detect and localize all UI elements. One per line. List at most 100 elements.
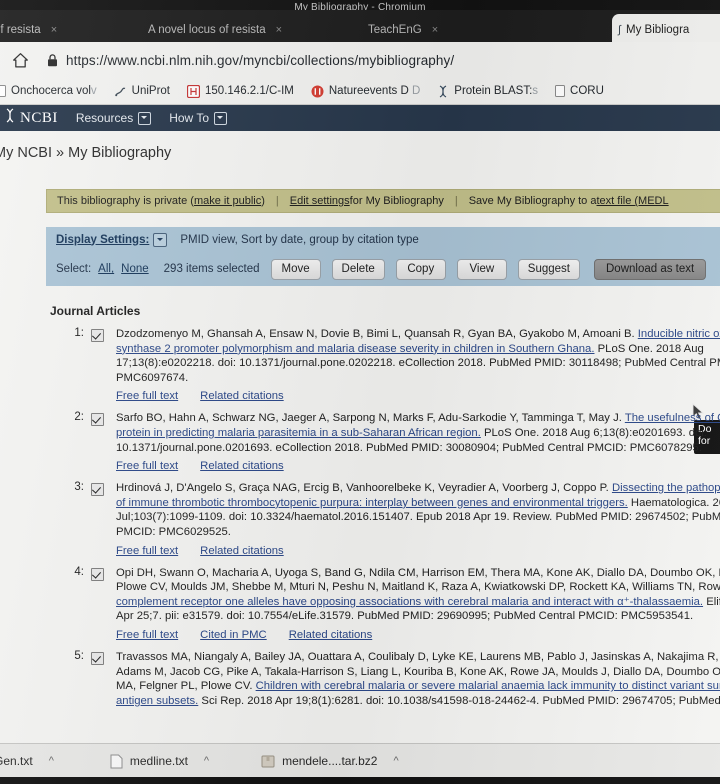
- select-label: Select:: [56, 263, 92, 275]
- tab-label: My Bibliogra: [626, 24, 690, 36]
- bookmark-label: UniProt: [131, 85, 171, 97]
- download-label: medline.txt: [129, 754, 188, 768]
- close-icon[interactable]: ×: [51, 24, 57, 36]
- select-none-link[interactable]: None: [121, 263, 149, 275]
- bookmark-protein-blast[interactable]: Protein BLAST: s: [437, 84, 538, 98]
- citation-checkbox[interactable]: [91, 413, 104, 427]
- citation-checkbox[interactable]: [91, 329, 104, 342]
- chevron-up-icon[interactable]: ^: [393, 755, 398, 767]
- screen-bezel: [0, 777, 720, 784]
- free-full-text-link[interactable]: Free full text: [116, 629, 178, 641]
- delete-button[interactable]: Delete: [331, 258, 385, 280]
- privacy-text: This bibliography is private (: [57, 195, 194, 207]
- menu-label: Resources: [75, 111, 134, 125]
- chevron-up-icon[interactable]: ^: [204, 755, 209, 767]
- citation-links: Free full text Related citations: [116, 460, 720, 472]
- uniprot-icon: [114, 85, 127, 98]
- notice-separator-1: |: [275, 195, 279, 207]
- cited-in-pmc-link[interactable]: Cited in PMC: [200, 629, 267, 641]
- close-icon[interactable]: ×: [432, 24, 438, 36]
- citation-links: Free full text Related citations: [116, 545, 720, 557]
- bibliography-privacy-notice: This bibliography is private (make it pu…: [46, 189, 720, 213]
- ncbi-logo-text: NCBI: [20, 109, 58, 126]
- download-item-medline[interactable]: medline.txt ^: [110, 754, 209, 769]
- edit-settings-rest: for My Bibliography: [349, 195, 444, 207]
- suggest-button[interactable]: Suggest: [517, 258, 580, 280]
- privacy-close: ): [261, 195, 265, 207]
- citation-checkbox[interactable]: [91, 483, 104, 497]
- citation-authors: Hrdinová J, D'Angelo S, Graça NAG, Ercig…: [116, 482, 612, 495]
- select-all-link[interactable]: All,: [98, 263, 114, 275]
- breadcrumb: My NCBI » My Bibliography: [0, 145, 172, 161]
- citation-checkbox[interactable]: [91, 567, 104, 581]
- bookmark-150-146[interactable]: 150.146.2.1/C-IM: [187, 84, 294, 98]
- related-citations-link[interactable]: Related citations: [200, 390, 284, 402]
- download-item-mendeley[interactable]: mendele....tar.bz2 ^: [261, 754, 399, 769]
- ncbi-nav-bar: NCBI Resources How To: [0, 105, 720, 131]
- citation-item: 2: Sarfo BO, Hahn A, Schwarz NG, Jaeger …: [46, 411, 720, 472]
- edit-settings-link[interactable]: Edit settings: [290, 195, 350, 207]
- chevron-up-icon[interactable]: ^: [49, 755, 54, 767]
- ncbi-menu-howto[interactable]: How To: [169, 111, 227, 125]
- dna-icon: [437, 84, 449, 98]
- citation-source: Sci Rep. 2018 Apr 19;8(1):6281. doi: 10.…: [198, 694, 720, 707]
- make-public-link[interactable]: make it public: [194, 195, 261, 207]
- citation-authors: Dzodzomenyo M, Ghansah A, Ensaw N, Dovie…: [116, 328, 638, 340]
- save-text-file-link[interactable]: text file (MEDL: [596, 195, 668, 207]
- display-settings-description: PMID view, Sort by date, group by citati…: [180, 233, 419, 246]
- download-as-text-button[interactable]: Download as text: [594, 258, 707, 280]
- ncbi-logo[interactable]: NCBI: [4, 108, 58, 128]
- display-toolbar: Display Settings: PMID view, Sort by dat…: [46, 227, 720, 286]
- selected-count: 293 items selected: [163, 263, 260, 275]
- close-icon[interactable]: ×: [276, 24, 282, 36]
- chevron-down-icon[interactable]: [214, 111, 227, 125]
- free-full-text-link[interactable]: Free full text: [116, 460, 178, 472]
- chevron-down-icon[interactable]: [138, 111, 152, 125]
- related-citations-link[interactable]: Related citations: [200, 545, 284, 557]
- home-icon[interactable]: [7, 47, 33, 73]
- dna-icon: ∫: [618, 24, 622, 36]
- bookmark-uniprot[interactable]: UniProt: [114, 85, 170, 98]
- bookmarks-bar: Onchocerca vol v UniProt 150.146.2.1/C-IM…: [0, 78, 720, 105]
- bookmark-label: CORU: [570, 85, 604, 97]
- free-full-text-link[interactable]: Free full text: [116, 545, 178, 557]
- free-full-text-link[interactable]: Free full text: [116, 390, 178, 402]
- address-bar: https://www.ncbi.nlm.nih.gov/myncbi/coll…: [0, 42, 720, 79]
- citation-item: 1: Dzodzomenyo M, Ghansah A, Ensaw N, Do…: [46, 327, 720, 402]
- citation-item: 3: Hrdinová J, D'Angelo S, Graça NAG, Er…: [46, 481, 720, 556]
- display-settings-label[interactable]: Display Settings:: [56, 234, 149, 246]
- citation-number: 4:: [74, 565, 84, 578]
- copy-button[interactable]: Copy: [395, 258, 446, 280]
- ncbi-menu-resources[interactable]: Resources: [75, 111, 152, 125]
- page-icon: [555, 85, 566, 97]
- nature-circle-icon: [311, 85, 324, 98]
- bookmark-label-faded: v: [90, 85, 97, 97]
- h-square-icon: [187, 84, 201, 98]
- archive-icon: [261, 754, 275, 769]
- display-settings-row: Display Settings: PMID view, Sort by dat…: [46, 227, 720, 252]
- url-text[interactable]: https://www.ncbi.nlm.nih.gov/myncbi/coll…: [66, 53, 454, 68]
- move-button[interactable]: Move: [270, 258, 321, 280]
- page-content: My NCBI » My Bibliography This bibliogra…: [0, 131, 720, 743]
- browser-tab-strip: locus of resista × A novel locus of resi…: [0, 10, 720, 46]
- bookmark-natureevents[interactable]: Natureevents D D: [311, 85, 420, 98]
- citation-number: 5:: [74, 649, 84, 662]
- download-taskbar: ariaGen.txt ^ medline.txt ^ mendele....t…: [0, 743, 720, 778]
- bookmark-label: Protein BLAST:: [454, 85, 533, 97]
- citation-body: Dzodzomenyo M, Ghansah A, Ensaw N, Dovie…: [116, 327, 720, 385]
- view-button[interactable]: View: [456, 258, 507, 280]
- lock-icon[interactable]: [47, 53, 58, 67]
- citation-body: Sarfo BO, Hahn A, Schwarz NG, Jaeger A, …: [116, 411, 720, 455]
- related-citations-link[interactable]: Related citations: [289, 629, 373, 641]
- download-item-ariagen[interactable]: ariaGen.txt ^: [0, 754, 54, 768]
- citation-checkbox[interactable]: [91, 651, 104, 665]
- bookmark-onchocerca[interactable]: Onchocerca vol v: [0, 85, 97, 97]
- bookmark-label: Natureevents D: [328, 85, 409, 97]
- related-citations-link[interactable]: Related citations: [200, 460, 284, 472]
- bookmark-coru[interactable]: CORU: [555, 85, 604, 97]
- section-heading-journal-articles: Journal Articles: [50, 304, 141, 318]
- citation-body: Opi DH, Swann O, Macharia A, Uyoga S, Ba…: [116, 566, 720, 624]
- save-text: Save My Bibliography to a: [468, 195, 597, 207]
- chevron-down-icon[interactable]: [153, 232, 168, 247]
- citation-item: 5: Travassos MA, Niangaly A, Bailey JA, …: [46, 650, 720, 708]
